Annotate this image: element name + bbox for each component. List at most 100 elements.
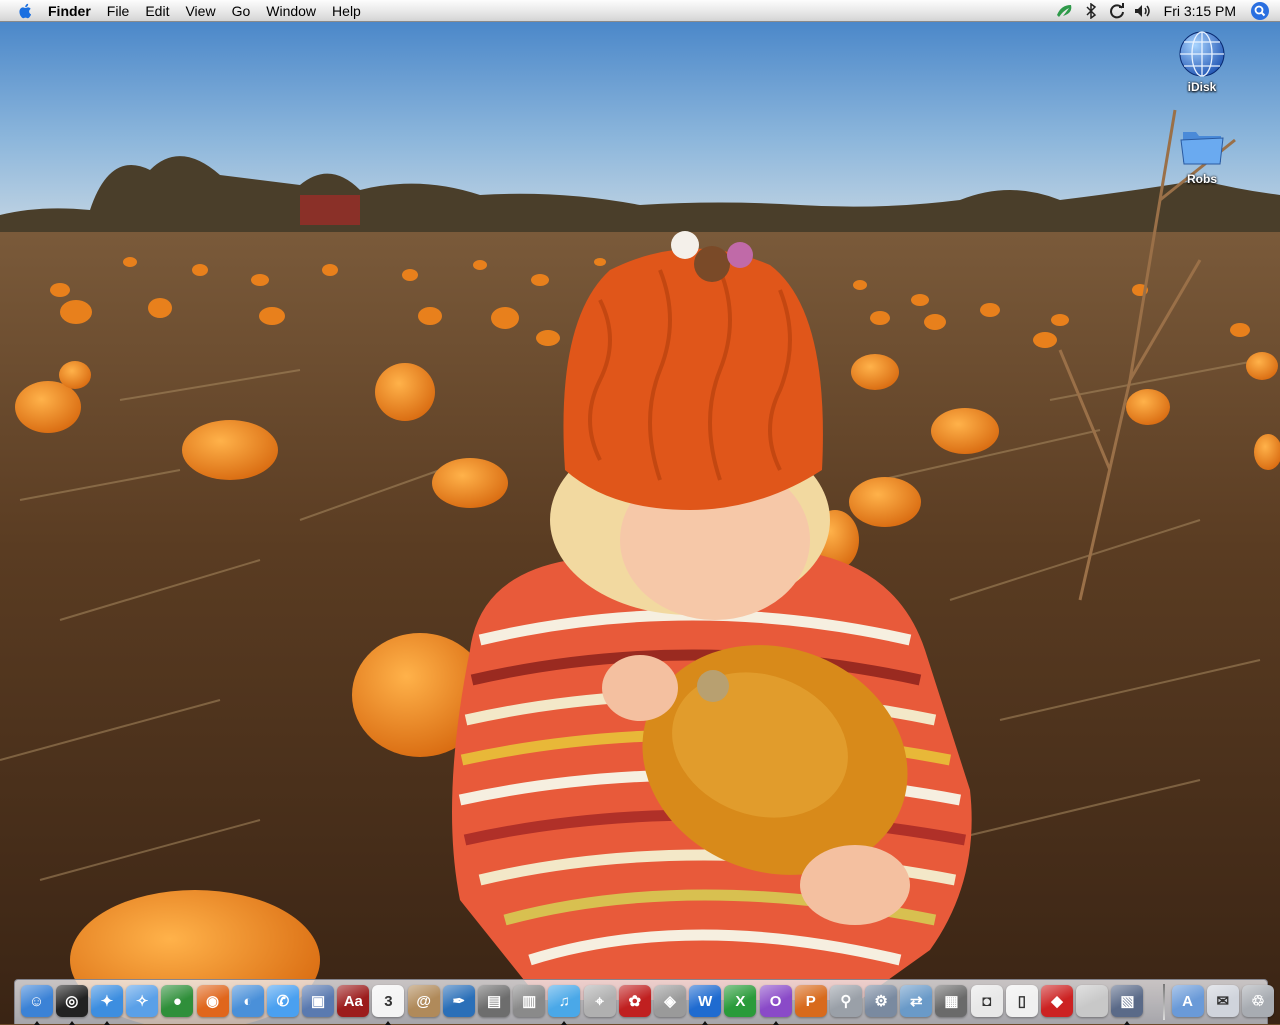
dock-item-firefox[interactable]: ◉	[195, 983, 230, 1023]
dock-item-entourage[interactable]: O	[758, 983, 793, 1025]
dock-item-trash[interactable]: ♲	[1240, 983, 1275, 1023]
excel-icon: X	[724, 985, 757, 1017]
menu-edit[interactable]: Edit	[137, 0, 177, 22]
desktop-icon-robs-folder[interactable]: Robs	[1166, 122, 1238, 188]
entourage-icon: O	[759, 985, 792, 1017]
menu-finder[interactable]: Finder	[44, 0, 99, 22]
menu-bar: Finder File Edit View Go Window Help Fri…	[0, 0, 1280, 22]
time-machine-sync-icon[interactable]	[1106, 0, 1128, 22]
trash-icon: ♲	[1241, 985, 1274, 1017]
ipod-icon: ◘	[970, 985, 1003, 1017]
network-icon: ✧	[126, 985, 159, 1017]
menu-extras: Fri 3:15 PM	[1052, 0, 1280, 22]
iphoto-icon: ▤	[478, 985, 511, 1017]
dock-item-grab[interactable]: ⚲	[828, 983, 863, 1023]
desktop-icon-idisk[interactable]: iDisk	[1166, 30, 1238, 96]
applications-folder-icon: A	[1171, 985, 1204, 1017]
dock-item-calculator[interactable]: ▦	[934, 983, 969, 1023]
keynote-icon: ▧	[1111, 985, 1144, 1017]
dock-item-front-row[interactable]: ✿	[617, 983, 652, 1023]
dock-item-word[interactable]: W	[688, 983, 723, 1025]
volume-icon[interactable]	[1132, 0, 1154, 22]
automator-icon: ⚙	[865, 985, 898, 1017]
office-icon: ◆	[1041, 985, 1074, 1017]
dock-item-dictionary[interactable]: Aa	[336, 983, 371, 1023]
image-capture-icon: ▥	[513, 985, 546, 1017]
dock-separator	[1163, 984, 1165, 1020]
safari-icon: ✦	[90, 985, 123, 1017]
dock-apps: ☺ ◎ ✦ ✧ ● ◉ ◐ ✆ ▣ Aa 3 @ ✒ ▤ ▥ ♫ ⌖ ✿ ◈ W X O P ⚲ ⚙ ⇄ ▦ ◘ ▯ ◆ ▧	[19, 983, 1145, 1025]
growl-leaf-icon[interactable]	[1054, 0, 1076, 22]
dock-item-migration-assistant[interactable]: ⇄	[899, 983, 934, 1023]
running-indicator	[103, 1021, 110, 1025]
itunes-icon: ♫	[548, 985, 581, 1017]
bluetooth-icon[interactable]	[1080, 0, 1102, 22]
running-indicator	[702, 1021, 709, 1025]
dock-item-preview[interactable]: ▣	[301, 983, 336, 1023]
powerpoint-icon: P	[794, 985, 827, 1017]
dock-item-itunes[interactable]: ♫	[547, 983, 582, 1025]
spotlight-icon[interactable]	[1250, 1, 1270, 21]
dock-item-applications[interactable]: A	[1170, 983, 1205, 1023]
telescope-icon: ⌖	[583, 985, 616, 1017]
ical-icon: 3	[372, 985, 405, 1017]
folder-icon	[1180, 132, 1224, 165]
menu-file[interactable]: File	[99, 0, 138, 22]
finder-icon: ☺	[20, 985, 53, 1017]
dock-item-finder[interactable]: ☺	[19, 983, 54, 1025]
dock-item-automator[interactable]: ⚙	[864, 983, 899, 1023]
dock-item-dashboard[interactable]: ◎	[54, 983, 89, 1025]
apple-menu-icon[interactable]	[16, 2, 34, 20]
dock-stacks: A ✉ ♲	[1170, 983, 1276, 1023]
dock-item-flashcards[interactable]: ▯	[1004, 983, 1039, 1023]
menu-help[interactable]: Help	[324, 0, 369, 22]
dock-item-ichat[interactable]: ✆	[265, 983, 300, 1023]
dock-item-image-capture[interactable]: ▥	[512, 983, 547, 1023]
menu-window[interactable]: Window	[258, 0, 324, 22]
menubar-clock[interactable]: Fri 3:15 PM	[1156, 0, 1250, 22]
apple-icon	[1076, 985, 1109, 1017]
dock-item-camino[interactable]: ◐	[230, 983, 265, 1023]
calculator-icon: ▦	[935, 985, 968, 1017]
dock-item-safari[interactable]: ✦	[89, 983, 124, 1025]
menu-view[interactable]: View	[177, 0, 223, 22]
pen-icon: ✒	[442, 985, 475, 1017]
dock-item-pages[interactable]: ✒	[441, 983, 476, 1023]
migration-icon: ⇄	[900, 985, 933, 1017]
dock-item-powerpoint[interactable]: P	[793, 983, 828, 1023]
running-indicator	[1124, 1021, 1131, 1025]
dock-item-mail[interactable]: ✉	[1205, 983, 1240, 1023]
dock-item-ipod[interactable]: ◘	[969, 983, 1004, 1023]
desktop-wallpaper	[0, 0, 1280, 1024]
menu-go[interactable]: Go	[224, 0, 259, 22]
running-indicator	[385, 1021, 392, 1025]
dock-item-excel[interactable]: X	[723, 983, 758, 1023]
dashboard-icon: ◎	[55, 985, 88, 1017]
dock-item-keynote[interactable]: ▧	[1110, 983, 1145, 1025]
preview-icon: ▣	[302, 985, 335, 1017]
dock-item-ical[interactable]: 3	[371, 983, 406, 1025]
running-indicator	[772, 1021, 779, 1025]
desktop-icon-label: iDisk	[1187, 80, 1217, 94]
globe-icon: ●	[161, 985, 194, 1017]
dock-item-telescope[interactable]: ⌖	[582, 983, 617, 1023]
camino-icon: ◐	[231, 985, 264, 1017]
dictionary-icon: Aa	[337, 985, 370, 1017]
running-indicator	[561, 1021, 568, 1025]
firefox-icon: ◉	[196, 985, 229, 1017]
dock-item-system-profiler[interactable]	[1075, 983, 1110, 1023]
dock-item-network-utility[interactable]: ✧	[125, 983, 160, 1023]
magnifier-icon: ⚲	[829, 985, 862, 1017]
dock: ☺ ◎ ✦ ✧ ● ◉ ◐ ✆ ▣ Aa 3 @ ✒ ▤ ▥ ♫ ⌖ ✿ ◈ W X O P ⚲ ⚙ ⇄ ▦ ◘ ▯ ◆ ▧ A ✉ ♲	[14, 979, 1274, 1025]
desktop-icon-label: Robs	[1187, 172, 1217, 186]
ichat-icon: ✆	[266, 985, 299, 1017]
dock-item-address-book[interactable]: @	[406, 983, 441, 1023]
running-indicator	[33, 1021, 40, 1025]
dock-item-stuffit[interactable]: ◈	[652, 983, 687, 1023]
dock-item-iphoto[interactable]: ▤	[476, 983, 511, 1023]
word-icon: W	[689, 985, 722, 1017]
dock-item-microsoft-office[interactable]: ◆	[1039, 983, 1074, 1023]
dock-item-internet-connect[interactable]: ●	[160, 983, 195, 1023]
cards-icon: ▯	[1005, 985, 1038, 1017]
idisk-globe-icon	[1179, 31, 1225, 77]
